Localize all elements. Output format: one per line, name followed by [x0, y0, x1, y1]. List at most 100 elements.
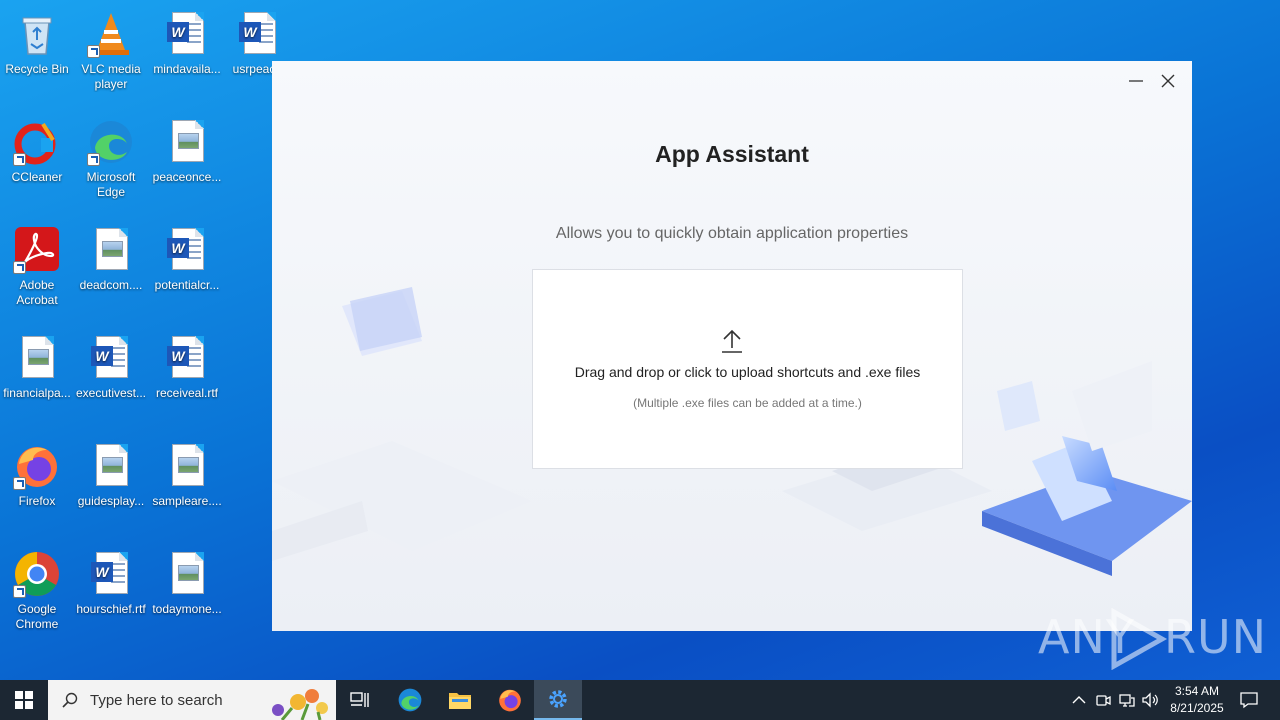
gear-icon: [549, 690, 567, 708]
shortcut-arrow-icon: [87, 45, 100, 58]
desktop-icon-label: Google Chrome: [15, 602, 59, 631]
desktop-icon-label: executivest...: [75, 386, 147, 400]
shortcut-arrow-icon: [13, 153, 26, 166]
word-document-icon: W: [163, 334, 211, 382]
tray-network[interactable]: [1116, 680, 1138, 720]
shortcut-arrow-icon: [87, 153, 100, 166]
chevron-up-icon: [1072, 696, 1086, 704]
desktop-icon-label: potentialcr...: [154, 278, 220, 292]
image-file-icon: [163, 442, 211, 490]
windows-logo-icon: [15, 691, 33, 709]
network-icon: [1119, 694, 1135, 707]
ccleaner-icon: [13, 118, 61, 166]
recycle-bin-icon: [13, 10, 61, 58]
minimize-button[interactable]: [1122, 69, 1150, 93]
close-button[interactable]: [1154, 69, 1182, 93]
speaker-icon: [1142, 692, 1158, 708]
edge-icon: [398, 688, 422, 712]
desktop-icon-label: CCleaner: [11, 170, 63, 184]
desktop-icon-microsoft-edge[interactable]: Microsoft Edge: [74, 112, 148, 212]
anyrun-watermark: ANY RUN: [1038, 608, 1266, 672]
image-file-icon: [13, 334, 61, 382]
word-document-icon: W: [163, 10, 211, 58]
search-highlight-flowers-icon: [272, 689, 328, 720]
drop-zone-text: Drag and drop or click to upload shortcu…: [574, 364, 921, 380]
search-icon: [62, 692, 78, 708]
app-assistant-window: App Assistant Allows you to quickly obta…: [272, 61, 1192, 631]
desktop-icon-mindavaila[interactable]: W mindavaila...: [150, 4, 224, 104]
word-document-icon: W: [163, 226, 211, 274]
image-file-icon: [163, 550, 211, 598]
adobe-acrobat-icon: [13, 226, 61, 274]
desktop-icon-label: Microsoft Edge: [86, 170, 136, 199]
desktop-icon-ccleaner[interactable]: CCleaner: [0, 112, 74, 212]
clock-time: 3:54 AM: [1174, 684, 1220, 698]
desktop-icon-hourschief[interactable]: W hourschief.rtf: [74, 544, 148, 644]
search-placeholder: Type here to search: [90, 691, 223, 709]
desktop-icon-label: sampleare....: [152, 494, 222, 508]
desktop-icon-recycle-bin[interactable]: Recycle Bin: [0, 4, 74, 104]
desktop-icon-adobe-acrobat[interactable]: Adobe Acrobat: [0, 220, 74, 320]
notification-icon: [1240, 692, 1258, 709]
taskbar-file-explorer-button[interactable]: [436, 680, 484, 720]
taskbar-clock[interactable]: 3:54 AM 8/21/2025: [1162, 683, 1232, 717]
desktop-icon-financialpa[interactable]: financialpa...: [0, 328, 74, 428]
edge-icon: [87, 118, 135, 166]
vlc-icon: [87, 10, 135, 58]
taskbar-edge-button[interactable]: [386, 680, 434, 720]
firefox-icon: [499, 689, 521, 712]
tray-meet-now[interactable]: [1092, 680, 1114, 720]
clock-date: 8/21/2025: [1170, 701, 1224, 715]
chrome-icon: [13, 550, 61, 598]
start-button[interactable]: [0, 680, 48, 720]
watermark-text-right: RUN: [1164, 610, 1268, 664]
folder-icon: [449, 693, 471, 709]
task-view-icon: [350, 692, 369, 707]
desktop-icon-label: VLC media player: [81, 62, 141, 91]
word-document-icon: W: [87, 550, 135, 598]
shortcut-arrow-icon: [13, 477, 26, 490]
taskbar-search-box[interactable]: Type here to search: [48, 680, 336, 720]
desktop-icon-label: hourschief.rtf: [76, 602, 146, 616]
desktop-icon-guidesplay[interactable]: guidesplay...: [74, 436, 148, 536]
app-subtitle: Allows you to quickly obtain application…: [555, 225, 909, 242]
taskbar-firefox-button[interactable]: [486, 680, 534, 720]
drop-zone-hint: (Multiple .exe files can be added at a t…: [633, 396, 862, 410]
desktop-icon-executivest[interactable]: W executivest...: [74, 328, 148, 428]
desktop-icon-peaceonce[interactable]: peaceonce...: [150, 112, 224, 212]
word-document-icon: W: [87, 334, 135, 382]
desktop-icon-label: mindavaila...: [153, 62, 221, 76]
notifications-button[interactable]: [1234, 680, 1264, 720]
desktop-icon-label: Adobe Acrobat: [16, 278, 58, 307]
desktop-icon-label: receiveal.rtf: [155, 386, 219, 400]
play-logo-icon: [1111, 608, 1168, 670]
desktop-icon-potentialcr[interactable]: W potentialcr...: [150, 220, 224, 320]
tray-volume[interactable]: [1140, 680, 1162, 720]
image-file-icon: [87, 442, 135, 490]
upload-arrow-icon: [722, 329, 742, 353]
desktop-icon-deadcom[interactable]: deadcom....: [74, 220, 148, 320]
desktop-icon-label: Recycle Bin: [5, 62, 69, 76]
app-title: App Assistant: [655, 141, 809, 167]
desktop-icon-label: financialpa...: [3, 386, 71, 400]
camera-icon: [1096, 695, 1111, 706]
firefox-icon: [13, 442, 61, 490]
desktop-icon-receiveal[interactable]: W receiveal.rtf: [150, 328, 224, 428]
shortcut-arrow-icon: [13, 261, 26, 274]
taskbar: Type here to search 3:54 AM 8/21/2025: [0, 680, 1280, 720]
word-document-icon: W: [235, 10, 283, 58]
task-view-button[interactable]: [336, 680, 384, 720]
desktop-icon-todaymone[interactable]: todaymone...: [150, 544, 224, 644]
desktop-icon-firefox[interactable]: Firefox: [0, 436, 74, 536]
desktop-icon-label: Firefox: [18, 494, 56, 508]
file-drop-zone[interactable]: Drag and drop or click to upload shortcu…: [532, 269, 963, 469]
image-file-icon: [163, 118, 211, 166]
desktop-icon-google-chrome[interactable]: Google Chrome: [0, 544, 74, 644]
desktop-icon-label: peaceonce...: [152, 170, 222, 184]
close-icon: [1161, 74, 1175, 88]
desktop-icon-vlc[interactable]: VLC media player: [74, 4, 148, 104]
taskbar-app-assistant-button[interactable]: [534, 680, 582, 720]
desktop-icon-label: deadcom....: [79, 278, 143, 292]
tray-show-hidden-icons[interactable]: [1068, 680, 1090, 720]
desktop-icon-sampleare[interactable]: sampleare....: [150, 436, 224, 536]
